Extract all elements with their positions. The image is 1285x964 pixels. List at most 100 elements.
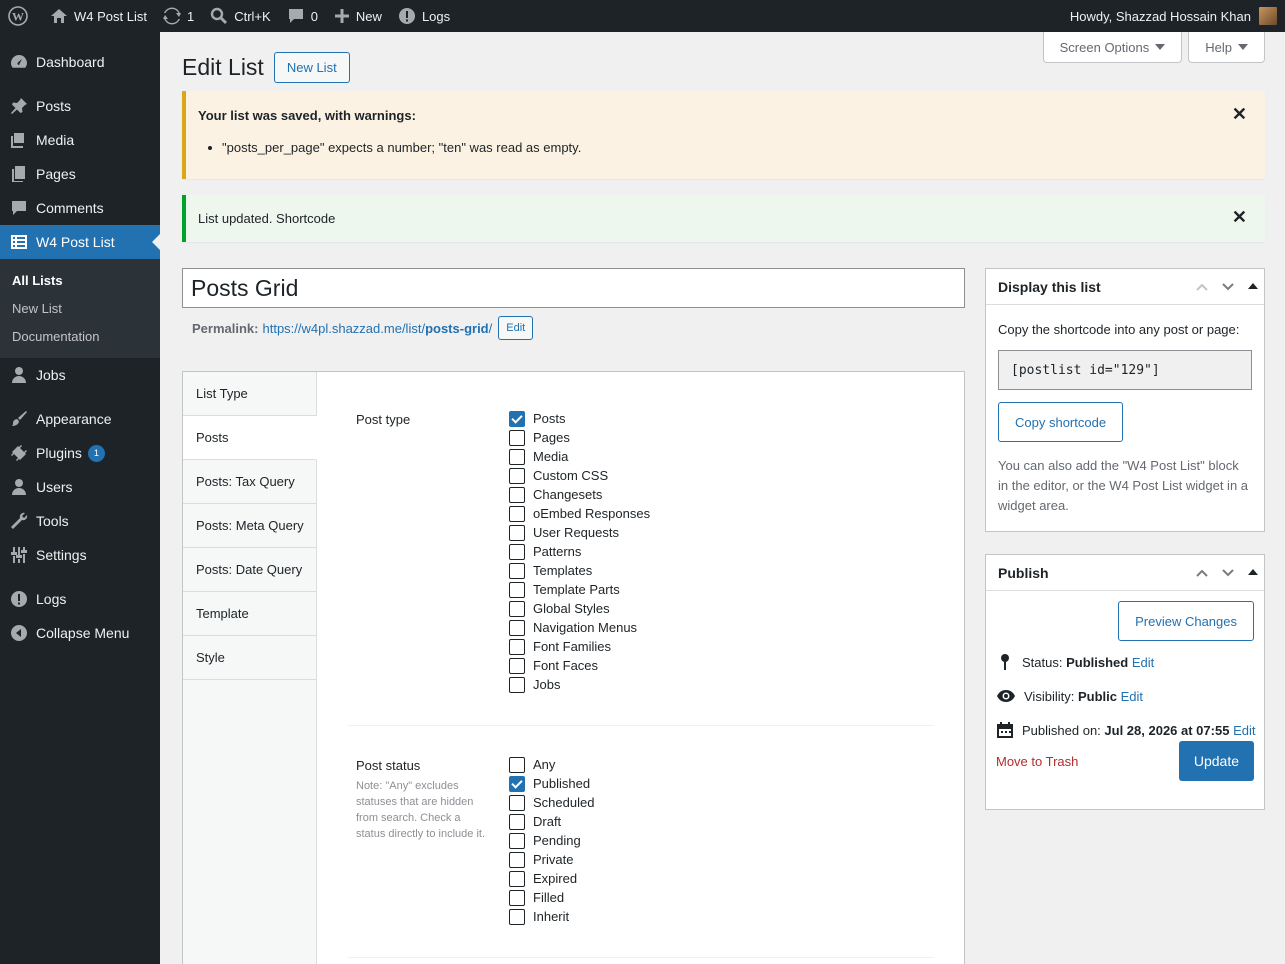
tab-meta-query[interactable]: Posts: Meta Query <box>183 504 317 548</box>
menu-dashboard[interactable]: Dashboard <box>0 45 160 79</box>
menu-posts[interactable]: Posts <box>0 89 160 123</box>
screen-options-button[interactable]: Screen Options <box>1042 32 1183 63</box>
submenu-documentation[interactable]: Documentation <box>0 322 160 350</box>
submenu-new-list[interactable]: New List <box>0 294 160 322</box>
checkbox[interactable] <box>509 619 525 636</box>
post-type-option[interactable]: Patterns <box>509 542 650 561</box>
checkbox[interactable] <box>509 505 525 522</box>
checkbox[interactable] <box>509 429 525 446</box>
post-status-option[interactable]: Any <box>509 755 594 774</box>
checkbox[interactable] <box>509 657 525 674</box>
menu-logs[interactable]: Logs <box>0 582 160 616</box>
checkbox[interactable] <box>509 908 525 925</box>
checkbox[interactable] <box>509 870 525 887</box>
checkbox[interactable] <box>509 794 525 811</box>
tab-date-query[interactable]: Posts: Date Query <box>183 548 317 592</box>
chevron-up-icon[interactable] <box>1192 563 1212 583</box>
post-status-option[interactable]: Pending <box>509 831 594 850</box>
menu-pages[interactable]: Pages <box>0 157 160 191</box>
update-button[interactable]: Update <box>1178 741 1254 781</box>
dismiss-icon[interactable]: ✕ <box>1232 207 1247 228</box>
permalink-link[interactable]: https://w4pl.shazzad.me/list/posts-grid/ <box>262 321 492 336</box>
tab-tax-query[interactable]: Posts: Tax Query <box>183 460 317 504</box>
checkbox[interactable] <box>509 562 525 579</box>
post-type-option[interactable]: Global Styles <box>509 599 650 618</box>
post-type-option[interactable]: Changesets <box>509 485 650 504</box>
checkbox[interactable] <box>509 486 525 503</box>
menu-users[interactable]: Users <box>0 470 160 504</box>
site-name-link[interactable]: W4 Post List <box>42 0 155 32</box>
search-link[interactable]: Ctrl+K <box>202 0 278 32</box>
toggle-panel-icon[interactable] <box>1248 564 1258 575</box>
chevron-up-icon[interactable] <box>1192 277 1212 297</box>
submenu-all-lists[interactable]: All Lists <box>0 266 160 294</box>
menu-comments[interactable]: Comments <box>0 191 160 225</box>
avatar[interactable] <box>1259 7 1277 25</box>
checkbox[interactable] <box>509 832 525 849</box>
menu-media[interactable]: Media <box>0 123 160 157</box>
updates-link[interactable]: 1 <box>155 0 202 32</box>
tab-list-type[interactable]: List Type <box>183 372 317 416</box>
checkbox[interactable] <box>509 410 525 427</box>
new-content-link[interactable]: New <box>326 0 390 32</box>
post-status-option[interactable]: Published <box>509 774 594 793</box>
help-button[interactable]: Help <box>1188 32 1265 63</box>
post-status-option[interactable]: Inherit <box>509 907 594 926</box>
menu-settings[interactable]: Settings <box>0 538 160 572</box>
post-type-option[interactable]: Pages <box>509 428 650 447</box>
edit-status-link[interactable]: Edit <box>1132 655 1154 670</box>
post-type-option[interactable]: Template Parts <box>509 580 650 599</box>
post-type-option[interactable]: Custom CSS <box>509 466 650 485</box>
checkbox[interactable] <box>509 467 525 484</box>
checkbox[interactable] <box>509 543 525 560</box>
list-title-input[interactable]: Posts Grid <box>182 268 965 308</box>
tab-posts[interactable]: Posts <box>183 416 317 460</box>
post-status-option[interactable]: Filled <box>509 888 594 907</box>
post-status-option[interactable]: Private <box>509 850 594 869</box>
menu-plugins[interactable]: Plugins 1 <box>0 436 160 470</box>
tab-style[interactable]: Style <box>183 636 317 680</box>
post-type-option[interactable]: Posts <box>509 409 650 428</box>
edit-permalink-button[interactable]: Edit <box>498 316 534 340</box>
post-type-option[interactable]: oEmbed Responses <box>509 504 650 523</box>
checkbox[interactable] <box>509 524 525 541</box>
checkbox[interactable] <box>509 600 525 617</box>
menu-w4-post-list[interactable]: W4 Post List <box>0 225 160 259</box>
checkbox[interactable] <box>509 756 525 773</box>
move-to-trash-link[interactable]: Move to Trash <box>996 754 1078 769</box>
post-type-option[interactable]: User Requests <box>509 523 650 542</box>
new-list-button[interactable]: New List <box>273 52 350 83</box>
post-status-option[interactable]: Draft <box>509 812 594 831</box>
post-type-option[interactable]: Navigation Menus <box>509 618 650 637</box>
post-type-option[interactable]: Media <box>509 447 650 466</box>
checkbox[interactable] <box>509 448 525 465</box>
preview-changes-button[interactable]: Preview Changes <box>1118 601 1254 641</box>
comments-link[interactable]: 0 <box>279 0 326 32</box>
checkbox[interactable] <box>509 581 525 598</box>
edit-visibility-link[interactable]: Edit <box>1121 689 1143 704</box>
post-status-option[interactable]: Scheduled <box>509 793 594 812</box>
toggle-panel-icon[interactable] <box>1248 278 1258 289</box>
menu-jobs[interactable]: Jobs <box>0 358 160 392</box>
menu-appearance[interactable]: Appearance <box>0 402 160 436</box>
chevron-down-icon[interactable] <box>1218 563 1238 583</box>
menu-collapse[interactable]: Collapse Menu <box>0 616 160 650</box>
logs-link[interactable]: Logs <box>390 0 458 32</box>
howdy-user[interactable]: Howdy, Shazzad Hossain Khan <box>1070 9 1251 24</box>
menu-tools[interactable]: Tools <box>0 504 160 538</box>
checkbox[interactable] <box>509 889 525 906</box>
checkbox[interactable] <box>509 676 525 693</box>
shortcode-field[interactable]: [postlist id="129"] <box>998 350 1252 390</box>
post-type-option[interactable]: Templates <box>509 561 650 580</box>
tab-template[interactable]: Template <box>183 592 317 636</box>
edit-date-link[interactable]: Edit <box>1233 723 1255 738</box>
checkbox[interactable] <box>509 775 525 792</box>
checkbox[interactable] <box>509 813 525 830</box>
post-status-option[interactable]: Expired <box>509 869 594 888</box>
post-type-option[interactable]: Font Faces <box>509 656 650 675</box>
post-type-option[interactable]: Jobs <box>509 675 650 694</box>
dismiss-icon[interactable]: ✕ <box>1232 104 1247 125</box>
checkbox[interactable] <box>509 851 525 868</box>
copy-shortcode-button[interactable]: Copy shortcode <box>998 402 1124 442</box>
chevron-down-icon[interactable] <box>1218 277 1238 297</box>
